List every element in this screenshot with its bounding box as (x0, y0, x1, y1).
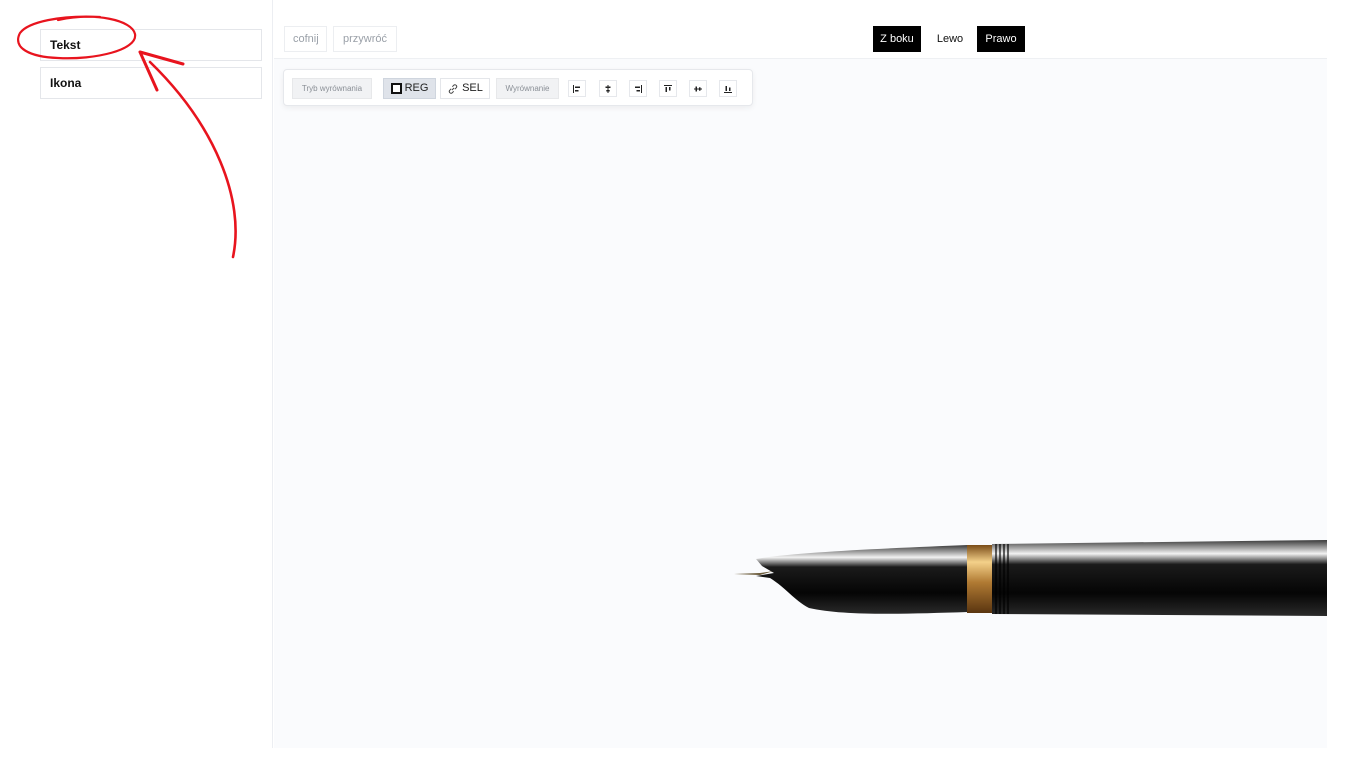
alignment-toolbar: Tryb wyrównania REG SEL Wyrównanie (283, 69, 753, 106)
link-icon (448, 83, 458, 94)
fountain-pen-image (734, 540, 1327, 616)
sidebar: Tekst Ikona (0, 0, 273, 748)
align-center-vertical-button[interactable] (689, 80, 707, 97)
align-right-button[interactable] (629, 80, 647, 97)
sel-mode-button[interactable]: SEL (440, 78, 490, 99)
align-top-button[interactable] (659, 80, 677, 97)
align-left-button[interactable] (568, 80, 586, 97)
sidebar-item-tekst[interactable]: Tekst (40, 29, 262, 61)
align-top-icon (664, 84, 672, 92)
view-side-button[interactable]: Z boku (873, 26, 921, 52)
align-mode-tag: Tryb wyrównania (292, 78, 372, 99)
sel-label: SEL (462, 82, 483, 94)
alignment-tag: Wyrównanie (496, 78, 559, 99)
sidebar-item-ikona[interactable]: Ikona (40, 67, 262, 99)
top-bar: cofnij przywróć Z boku Lewo Prawo (274, 0, 1327, 59)
align-bottom-icon (724, 85, 732, 93)
reg-mode-button[interactable]: REG (383, 78, 436, 99)
reg-label: REG (404, 82, 429, 94)
align-right-icon (635, 84, 642, 93)
redo-button[interactable]: przywróć (333, 26, 397, 52)
align-center-horizontal-button[interactable] (599, 80, 617, 97)
sidebar-item-label: Tekst (50, 38, 81, 52)
canvas-area: cofnij przywróć Z boku Lewo Prawo Tryb w… (274, 0, 1327, 748)
align-center-horizontal-icon (605, 84, 611, 93)
align-left-icon (573, 84, 580, 93)
align-center-vertical-icon (694, 86, 702, 91)
square-icon (390, 83, 402, 94)
view-right-button[interactable]: Prawo (977, 26, 1025, 52)
view-left-button[interactable]: Lewo (929, 26, 971, 52)
sidebar-item-label: Ikona (50, 76, 82, 90)
align-bottom-button[interactable] (719, 80, 737, 97)
undo-button[interactable]: cofnij (284, 26, 327, 52)
